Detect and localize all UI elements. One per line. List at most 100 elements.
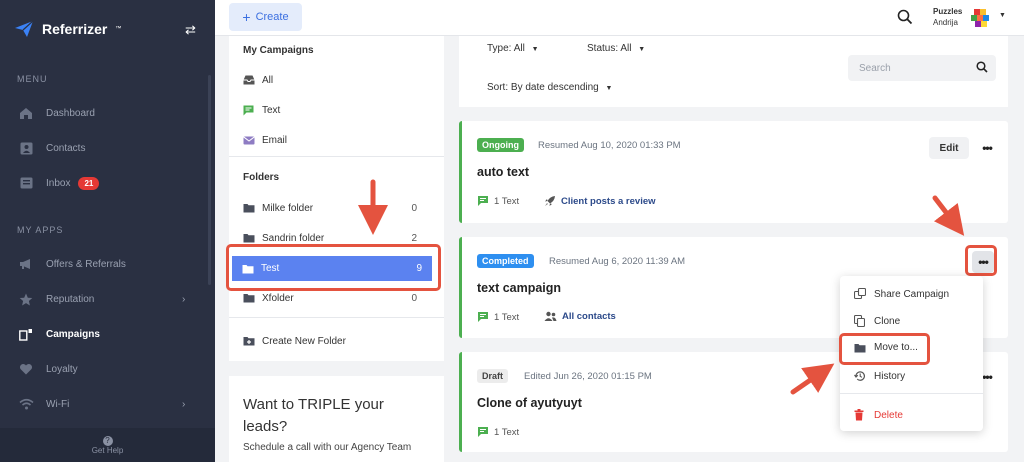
plus-icon: + — [242, 9, 251, 25]
divider — [229, 156, 444, 157]
rocket-icon — [544, 195, 556, 207]
menu-item-share-campaign[interactable]: Share Campaign — [854, 288, 949, 300]
text-message-icon — [477, 195, 489, 207]
campaign-filter-label: Email — [262, 134, 288, 146]
campaign-filter-label: All — [262, 74, 274, 86]
edit-button[interactable]: Edit — [929, 137, 969, 159]
caret-down-icon: ▼ — [531, 46, 539, 53]
folder-icon — [243, 293, 255, 303]
copy-icon — [854, 315, 866, 327]
sidebar-item-label: Contacts — [46, 142, 86, 154]
folder-label: Xfolder — [262, 292, 294, 304]
search-icon[interactable] — [976, 61, 988, 76]
filter-label: Status: — [587, 43, 619, 54]
get-help-button[interactable]: ? Get Help — [0, 428, 215, 462]
create-folder-button[interactable]: Create New Folder — [243, 332, 433, 350]
account-switcher[interactable]: Puzzles Andrija — [933, 6, 962, 28]
campaign-filter-email[interactable]: Email — [243, 131, 433, 149]
campaign-timestamp: Edited Jun 26, 2020 01:15 PM — [524, 371, 652, 382]
campaign-filter-all[interactable]: All — [243, 71, 433, 89]
menu-item-history[interactable]: History — [854, 370, 905, 382]
trash-icon — [854, 409, 866, 421]
filter-label: Sort: — [487, 82, 509, 93]
sidebar-item-dashboard[interactable]: Dashboard — [0, 99, 215, 127]
campaign-title[interactable]: Clone of ayutyuyt — [477, 396, 582, 410]
inbox-tray-icon — [243, 75, 255, 85]
org-logo-icon[interactable] — [969, 7, 991, 34]
sort-dropdown[interactable]: Sort: By date descending ▼ — [487, 82, 612, 93]
top-bar: + Create Puzzles Andrija ▼ — [215, 0, 1024, 36]
help-icon: ? — [102, 436, 113, 446]
campaign-card[interactable]: Ongoing Resumed Aug 10, 2020 01:33 PM au… — [459, 121, 1008, 223]
brand-trademark: ™ — [115, 26, 122, 32]
brand-logo[interactable]: Referrizer ™ — [14, 20, 121, 38]
status-badge: Completed — [477, 254, 534, 268]
filter-label: Type: — [487, 43, 512, 54]
campaign-timestamp: Resumed Aug 10, 2020 01:33 PM — [538, 140, 681, 151]
sidebar-item-contacts[interactable]: Contacts — [0, 134, 215, 162]
menu-item-label: Share Campaign — [874, 288, 950, 300]
more-options-icon[interactable]: ••• — [976, 137, 998, 159]
campaign-channel: 1 Text — [477, 426, 519, 438]
menu-item-delete[interactable]: Delete — [854, 409, 903, 421]
org-name: Puzzles — [933, 7, 963, 16]
create-button[interactable]: + Create — [229, 3, 302, 31]
home-icon — [18, 106, 34, 120]
sidebar-scrollbar[interactable] — [208, 75, 211, 285]
sidebar-item-label: Inbox — [46, 177, 71, 189]
campaign-title[interactable]: text campaign — [477, 281, 561, 295]
filter-value: All — [620, 43, 632, 54]
campaign-filters: Type: All ▼ Status: All ▼ Sort: By date … — [459, 36, 1008, 107]
chevron-down-icon[interactable]: ▼ — [999, 12, 1006, 19]
folder-label: Milke folder — [262, 202, 314, 214]
sidebar-item-offers-referrals[interactable]: Offers & Referrals — [0, 250, 215, 278]
search-icon[interactable] — [897, 9, 913, 30]
type-filter-dropdown[interactable]: Type: All ▼ — [487, 43, 539, 54]
campaign-trigger[interactable]: Client posts a review — [544, 195, 656, 207]
swap-arrows-icon[interactable]: ⇄ — [185, 22, 196, 38]
sidebar-item-label: Offers & Referrals — [46, 258, 126, 270]
sidebar-item-loyalty[interactable]: Loyalty — [0, 355, 215, 383]
megaphone-icon — [18, 257, 34, 271]
create-folder-label: Create New Folder — [262, 335, 346, 347]
status-badge: Ongoing — [477, 138, 524, 152]
contact-card-icon — [18, 141, 34, 155]
campaign-channel: 1 Text — [477, 195, 519, 207]
folder-count: 2 — [411, 232, 417, 244]
sidebar-item-label: Dashboard — [46, 107, 95, 119]
promo-title: Want to TRIPLE your leads? — [243, 396, 384, 435]
folder-item[interactable]: Xfolder 0 — [243, 289, 433, 307]
campaign-audience[interactable]: All contacts — [544, 311, 616, 322]
chevron-right-icon: › — [182, 293, 186, 305]
campaign-folders-panel: My Campaigns All Text Email Folders Milk… — [229, 36, 444, 361]
sidebar: Referrizer ™ ⇄ MENU Dashboard Contacts In… — [0, 0, 215, 462]
campaign-title[interactable]: auto text — [477, 165, 529, 179]
folder-icon — [243, 233, 255, 243]
users-icon — [544, 311, 557, 322]
campaigns-icon — [18, 327, 34, 341]
annotation-highlight-move-to — [839, 333, 930, 365]
sidebar-item-wifi[interactable]: Wi-Fi › — [0, 390, 215, 418]
sidebar-item-reputation[interactable]: Reputation › — [0, 285, 215, 313]
inbox-count-badge: 21 — [78, 176, 100, 190]
status-filter-dropdown[interactable]: Status: All ▼ — [587, 43, 645, 54]
caret-down-icon: ▼ — [638, 46, 646, 53]
promo-card: Want to TRIPLE your leads? Schedule a ca… — [229, 376, 444, 462]
text-message-icon — [477, 426, 489, 438]
folder-label: Sandrin folder — [262, 232, 325, 244]
heart-icon — [18, 362, 34, 376]
folder-item[interactable]: Milke folder 0 — [243, 199, 433, 217]
promo-body: Schedule a call with our Agency Team — [243, 442, 412, 453]
create-button-label: Create — [255, 11, 289, 23]
sidebar-item-inbox[interactable]: Inbox 21 — [0, 169, 215, 197]
search-placeholder: Search — [859, 62, 891, 74]
campaign-filter-text[interactable]: Text — [243, 101, 433, 119]
menu-item-clone[interactable]: Clone — [854, 315, 900, 327]
campaign-search-input[interactable]: Search — [848, 55, 996, 81]
folder-plus-icon — [243, 336, 255, 346]
sidebar-item-label: Loyalty — [46, 363, 78, 375]
divider — [840, 393, 983, 394]
sidebar-item-campaigns[interactable]: Campaigns — [0, 320, 215, 348]
text-message-icon — [477, 311, 489, 323]
paper-plane-icon — [15, 20, 34, 37]
